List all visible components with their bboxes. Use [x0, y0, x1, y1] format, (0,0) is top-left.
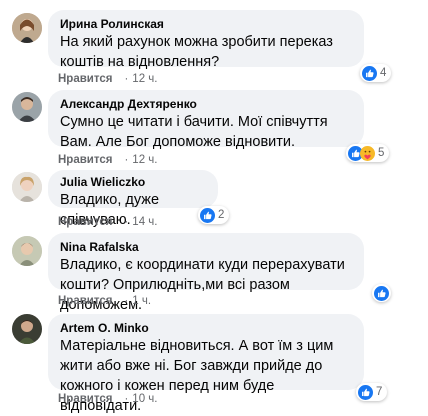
like-button[interactable]: Нравится [58, 154, 112, 166]
comment-actions: Нравится · 14 ч. [58, 215, 157, 229]
like-button[interactable]: Нравится [58, 393, 112, 405]
like-button[interactable]: Нравится [58, 295, 112, 307]
separator-dot: · [124, 295, 129, 307]
comment-text: На який рахунок можна зробити переказ ко… [60, 34, 333, 70]
like-button[interactable]: Нравится [58, 73, 112, 85]
comment-timestamp[interactable]: 10 ч. [132, 393, 157, 405]
avatar[interactable] [12, 92, 42, 122]
comment-author[interactable]: Julia Wieliczko [60, 174, 206, 190]
care-icon [360, 145, 375, 161]
comment-author[interactable]: Александр Дехтяренко [60, 96, 352, 112]
comment-timestamp[interactable]: 12 ч. [132, 154, 157, 166]
separator-dot: · [124, 216, 129, 228]
like-button[interactable]: Нравится [58, 216, 112, 228]
comment-item: Nina Rafalska Владико, є координати куди… [0, 232, 428, 313]
like-icon [362, 65, 377, 81]
comment-timestamp[interactable]: 12 ч. [132, 73, 157, 85]
reaction-count: 5 [378, 147, 385, 159]
comment-actions: Нравится · 1 ч. [58, 294, 151, 308]
comment-author[interactable]: Artem O. Minko [60, 320, 352, 336]
comment-author[interactable]: Nina Rafalska [60, 239, 352, 255]
comment-text: Сумно це читати і бачити. Мої співчуття … [60, 114, 328, 150]
comment-bubble: Ирина Ролинская На який рахунок можна зр… [48, 10, 364, 70]
like-icon [374, 285, 389, 301]
reaction-summary[interactable]: 5 [346, 144, 390, 162]
comment-actions: Нравится · 12 ч. [58, 72, 157, 86]
separator-dot: · [124, 393, 129, 405]
comment-item: Ирина Ролинская На який рахунок можна зр… [0, 0, 428, 90]
reaction-summary[interactable]: 7 [356, 383, 388, 401]
comment-bubble: Nina Rafalska Владико, є координати куди… [48, 233, 364, 313]
avatar[interactable] [12, 314, 42, 344]
comment-bubble: Александр Дехтяренко Сумно це читати і б… [48, 90, 364, 150]
comment-actions: Нравится · 12 ч. [58, 153, 157, 167]
comment-item: Александр Дехтяренко Сумно це читати і б… [0, 90, 428, 170]
comment-actions: Нравится · 10 ч. [58, 392, 157, 406]
reaction-count: 4 [380, 67, 387, 79]
reaction-count: 7 [376, 386, 383, 398]
reaction-summary[interactable]: 4 [360, 64, 392, 82]
avatar[interactable] [12, 236, 42, 266]
reaction-summary[interactable]: 2 [198, 206, 230, 224]
comment-timestamp[interactable]: 1 ч. [132, 295, 151, 307]
comment-item: Artem O. Minko Матеріальне відновиться. … [0, 314, 428, 414]
comment-item: Julia Wieliczko Владико, дуже співчуваю.… [0, 170, 428, 230]
like-icon [200, 207, 215, 223]
separator-dot: · [124, 154, 129, 166]
like-icon [358, 384, 373, 400]
comment-bubble: Artem O. Minko Матеріальне відновиться. … [48, 314, 364, 414]
avatar[interactable] [12, 13, 42, 43]
comment-bubble: Julia Wieliczko Владико, дуже співчуваю. [48, 170, 218, 228]
comment-author[interactable]: Ирина Ролинская [60, 16, 352, 32]
comment-timestamp[interactable]: 14 ч. [132, 216, 157, 228]
avatar[interactable] [12, 172, 42, 202]
reaction-summary[interactable] [372, 284, 391, 302]
separator-dot: · [124, 73, 129, 85]
reaction-count: 2 [218, 209, 225, 221]
